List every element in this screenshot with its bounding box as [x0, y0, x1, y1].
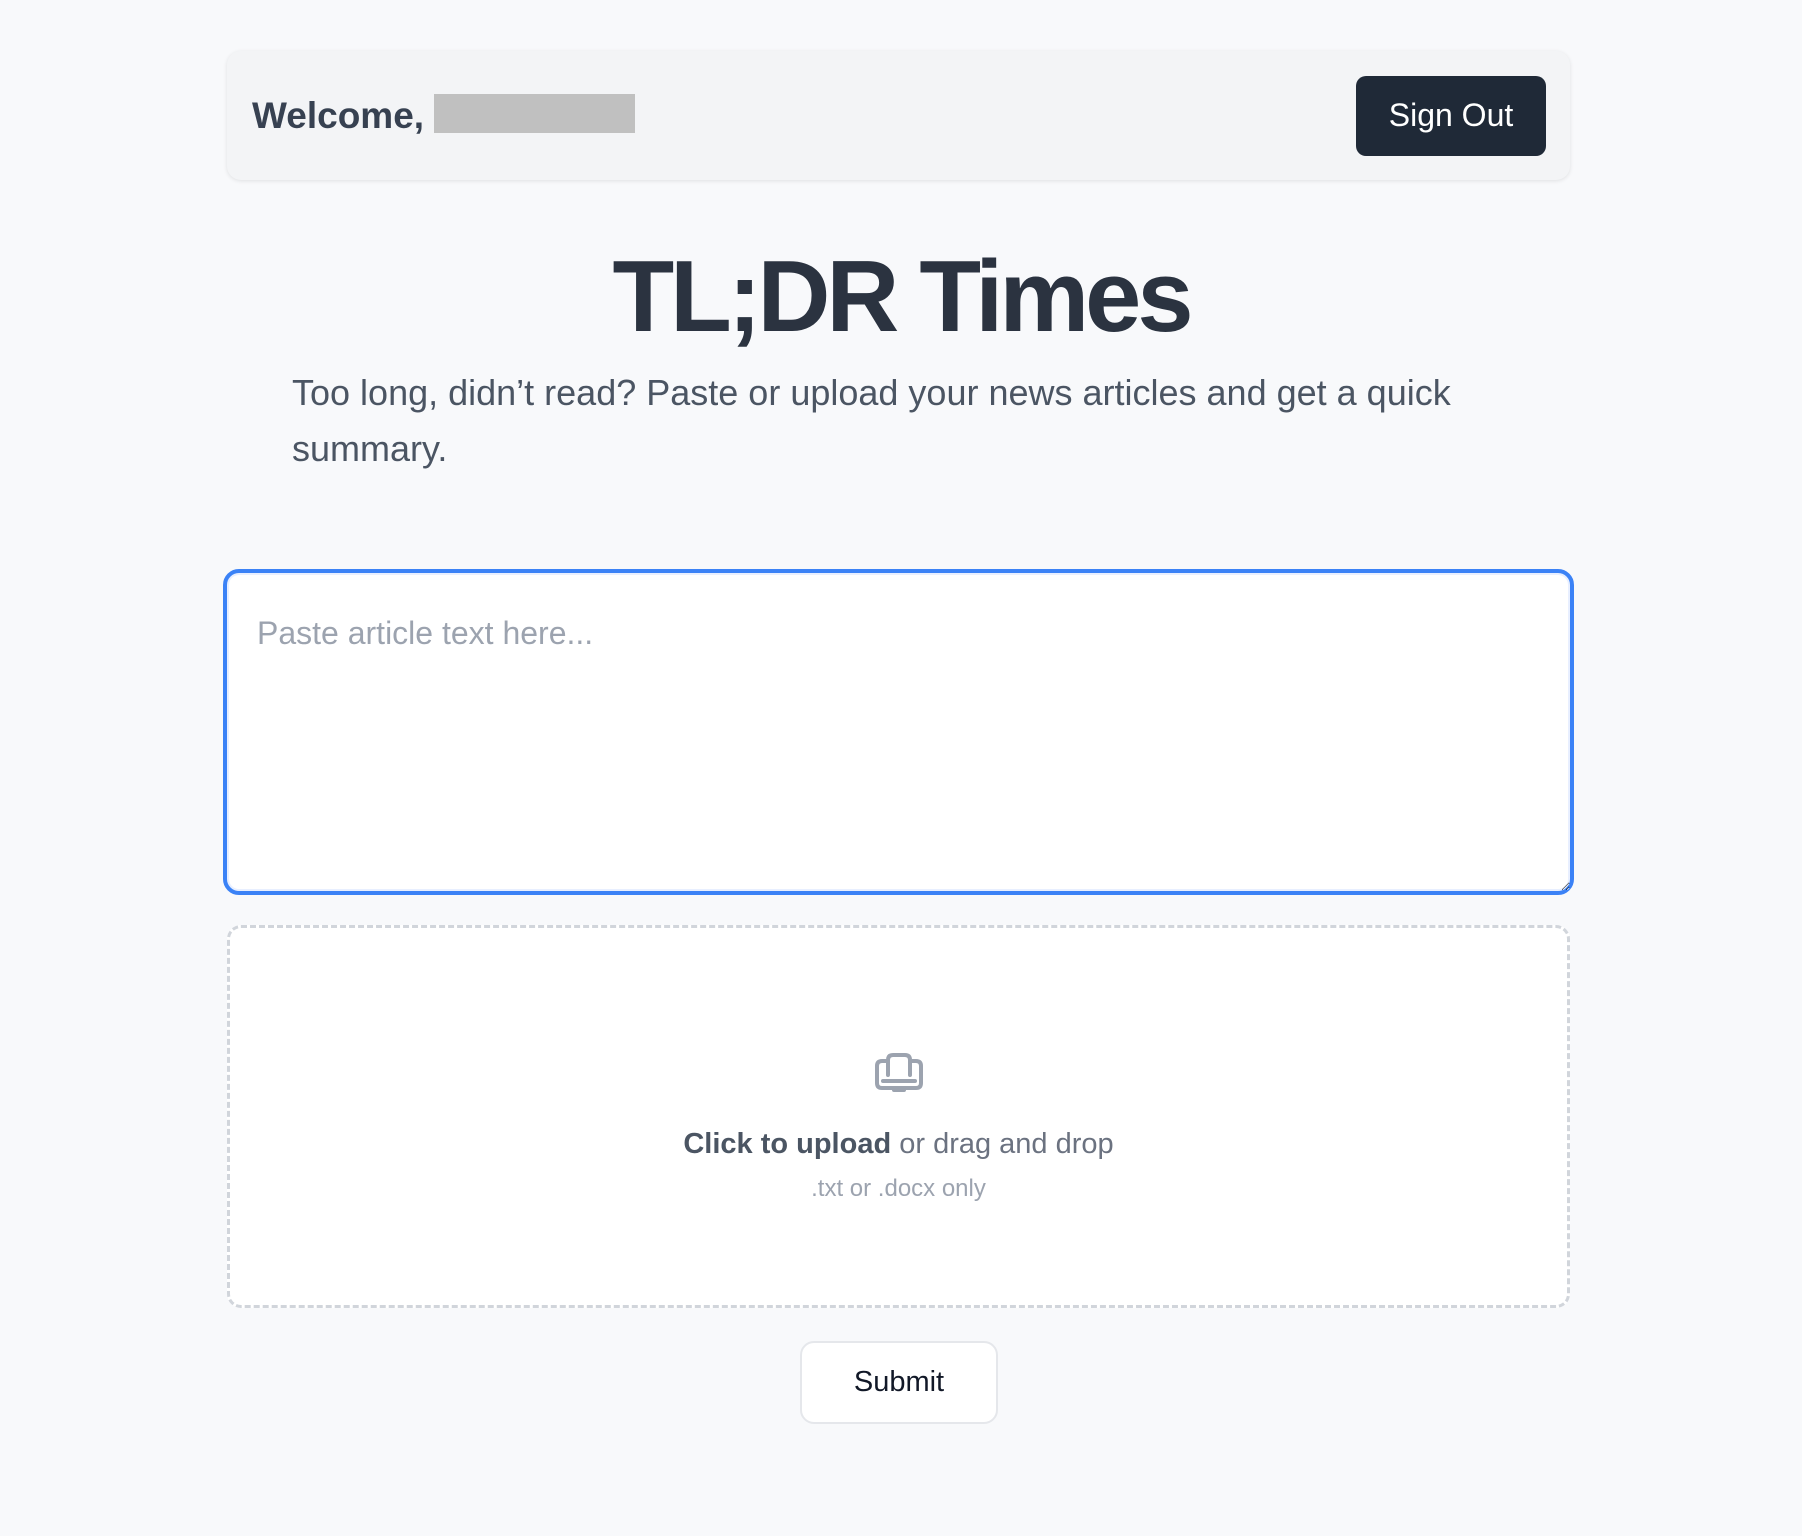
- click-to-upload-link[interactable]: Click to upload: [683, 1128, 891, 1160]
- redacted-username: [434, 94, 636, 133]
- article-text-input[interactable]: [223, 569, 1574, 895]
- upload-instructions: Click to upload or drag and drop: [230, 1124, 1567, 1164]
- header-bar: Welcome, Sign Out: [227, 51, 1570, 180]
- welcome-message: Welcome,: [252, 94, 636, 137]
- tagline: Too long, didn’t read? Paste or upload y…: [292, 372, 1451, 469]
- upload-icon: [875, 1053, 923, 1092]
- sign-out-button[interactable]: Sign Out: [1356, 75, 1546, 156]
- file-type-hint: .txt or .docx only: [811, 1175, 986, 1202]
- submit-button[interactable]: Submit: [800, 1341, 998, 1424]
- app-title: TL;DR Times: [612, 241, 1193, 353]
- welcome-label: Welcome,: [252, 94, 425, 136]
- file-upload-dropzone[interactable]: Click to upload or drag and drop .txt or…: [227, 925, 1570, 1308]
- drag-drop-text: or drag and drop: [891, 1128, 1114, 1160]
